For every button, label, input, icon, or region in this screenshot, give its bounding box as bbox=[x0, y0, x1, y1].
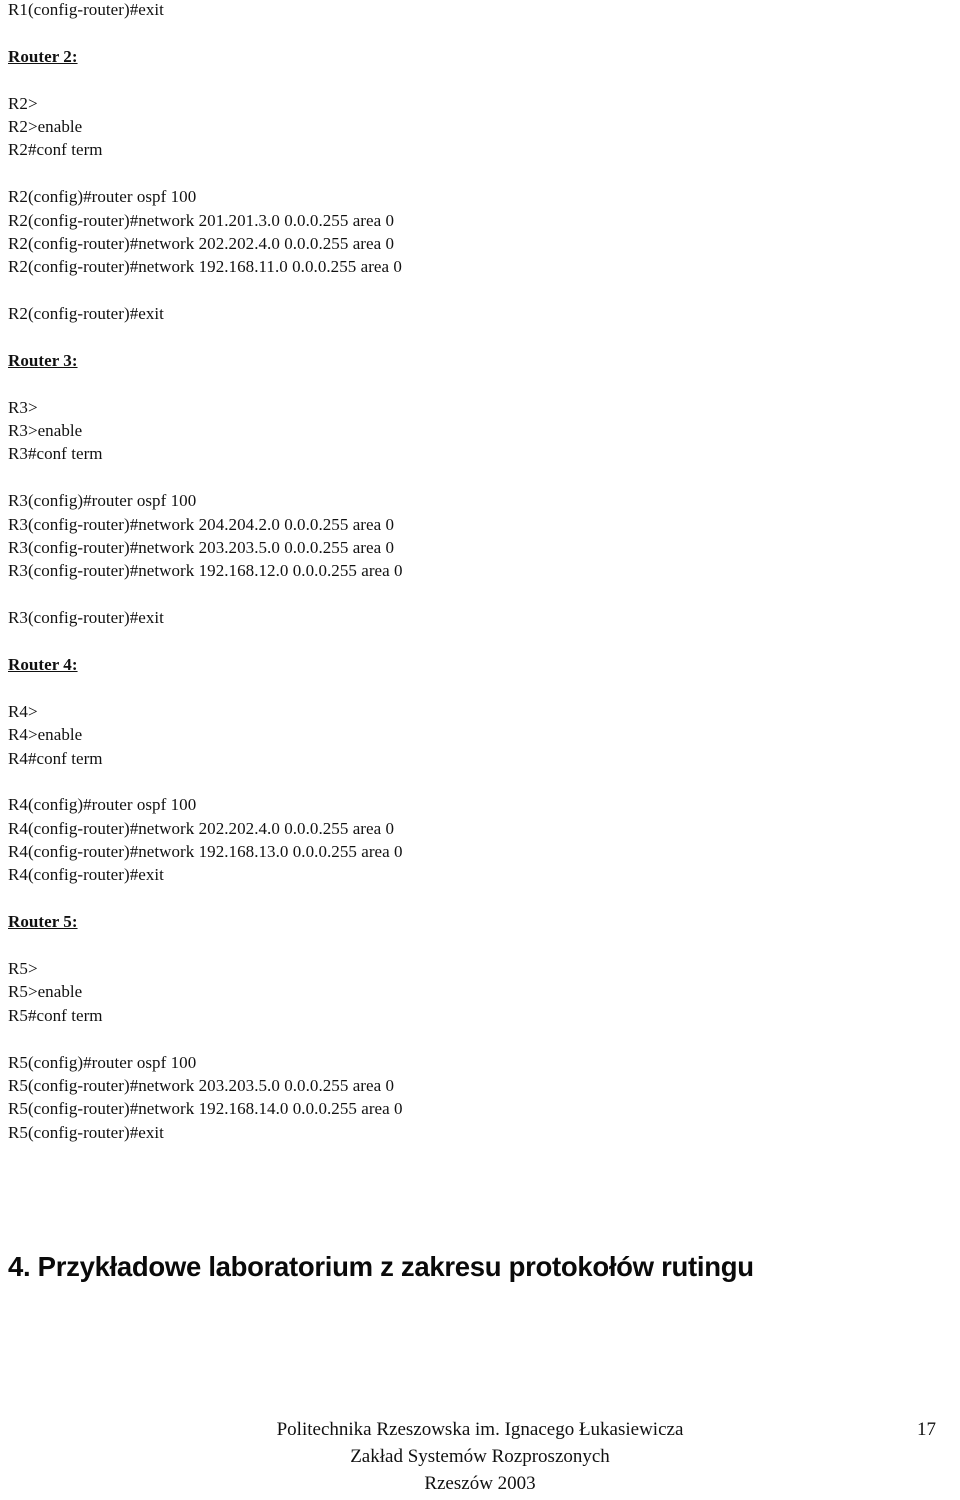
footer-line-university: Politechnika Rzeszowska im. Ignacego Łuk… bbox=[276, 1419, 684, 1440]
transcript-line: R5#conf term bbox=[8, 1005, 103, 1025]
router-section-heading-row: Router 3: bbox=[8, 349, 768, 372]
transcript-line: R2>enable bbox=[8, 116, 83, 136]
transcript-line: R4(config-router)#network 202.202.4.0 0.… bbox=[8, 818, 395, 838]
transcript-line: R2(config-router)#network 201.201.3.0 0.… bbox=[8, 210, 395, 230]
router-section-heading-row: Router 4: bbox=[8, 653, 768, 676]
transcript-blank-line bbox=[8, 583, 768, 606]
page-footer: Politechnika Rzeszowska im. Ignacego Łuk… bbox=[0, 1416, 960, 1500]
router-section-heading: Router 4: bbox=[8, 654, 78, 674]
footer-institution-block: Politechnika Rzeszowska im. Ignacego Łuk… bbox=[0, 1416, 960, 1497]
transcript-blank-line bbox=[8, 162, 768, 185]
transcript-line: R5(config-router)#network 192.168.14.0 0… bbox=[8, 1099, 403, 1119]
transcript-line: R5> bbox=[8, 959, 38, 979]
transcript-blank-line bbox=[8, 279, 768, 302]
transcript-blank-line bbox=[8, 325, 768, 348]
transcript-line: R1(config-router)#exit bbox=[8, 0, 164, 19]
router-section-heading: Router 3: bbox=[8, 350, 78, 370]
transcript-blank-line bbox=[8, 68, 768, 91]
router-section-heading-row: Router 5: bbox=[8, 910, 768, 933]
transcript-line: R3>enable bbox=[8, 421, 83, 441]
transcript-line: R3(config-router)#network 203.203.5.0 0.… bbox=[8, 537, 395, 557]
transcript-line: R4> bbox=[8, 701, 38, 721]
transcript-blank-line bbox=[8, 887, 768, 910]
transcript-blank-line bbox=[8, 466, 768, 489]
router-section-heading: Router 5: bbox=[8, 912, 78, 932]
transcript-line: R2(config)#router ospf 100 bbox=[8, 187, 197, 207]
transcript-line: R4(config-router)#network 192.168.13.0 0… bbox=[8, 842, 403, 862]
router-configuration-transcript: R1(config-router)#exit Router 2: R2> R2>e… bbox=[8, 0, 768, 1144]
transcript-blank-line bbox=[8, 21, 768, 44]
transcript-line: R4#conf term bbox=[8, 748, 103, 768]
transcript-line: R5(config-router)#network 203.203.5.0 0.… bbox=[8, 1075, 395, 1095]
document-page: R1(config-router)#exit Router 2: R2> R2>e… bbox=[0, 0, 960, 1500]
transcript-line: R4(config-router)#exit bbox=[8, 865, 164, 885]
footer-line-department: Zakład Systemów Rozproszonych bbox=[350, 1446, 610, 1467]
transcript-line: R2> bbox=[8, 93, 38, 113]
transcript-blank-line bbox=[8, 676, 768, 699]
transcript-line: R5(config-router)#exit bbox=[8, 1122, 164, 1142]
transcript-blank-line bbox=[8, 934, 768, 957]
transcript-line: R3(config-router)#exit bbox=[8, 608, 164, 628]
transcript-blank-line bbox=[8, 630, 768, 653]
transcript-line: R4(config)#router ospf 100 bbox=[8, 795, 197, 815]
transcript-blank-line bbox=[8, 1027, 768, 1050]
transcript-line: R2#conf term bbox=[8, 140, 103, 160]
transcript-line: R3(config)#router ospf 100 bbox=[8, 491, 197, 511]
section-title: 4. Przykładowe laboratorium z zakresu pr… bbox=[8, 1251, 754, 1282]
router-section-heading-row: Router 2: bbox=[8, 45, 768, 68]
page-number: 17 bbox=[917, 1419, 936, 1440]
footer-line-city-year: Rzeszów 2003 bbox=[424, 1473, 536, 1494]
transcript-line: R5(config)#router ospf 100 bbox=[8, 1052, 197, 1072]
transcript-line: R3(config-router)#network 192.168.12.0 0… bbox=[8, 561, 403, 581]
transcript-line: R2(config-router)#network 202.202.4.0 0.… bbox=[8, 233, 395, 253]
transcript-line: R4>enable bbox=[8, 725, 83, 745]
router-section-heading: Router 2: bbox=[8, 46, 78, 66]
transcript-line: R3(config-router)#network 204.204.2.0 0.… bbox=[8, 514, 395, 534]
transcript-line: R2(config-router)#network 192.168.11.0 0… bbox=[8, 257, 402, 277]
transcript-line: R2(config-router)#exit bbox=[8, 304, 164, 324]
transcript-line: R5>enable bbox=[8, 982, 83, 1002]
transcript-line: R3#conf term bbox=[8, 444, 103, 464]
transcript-line: R3> bbox=[8, 397, 38, 417]
transcript-blank-line bbox=[8, 372, 768, 395]
transcript-blank-line bbox=[8, 770, 768, 793]
